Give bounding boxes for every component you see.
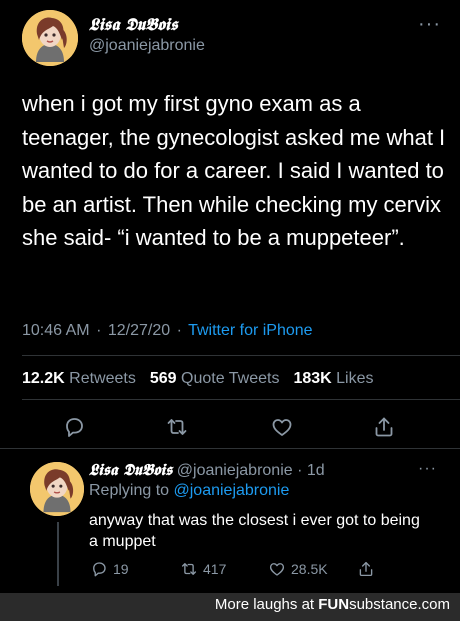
avatar-illustration [30,462,84,516]
watermark-brand-tld: .com [417,596,450,613]
tweet-screenshot: 𝕷𝖎𝖘𝖆 𝕯𝖚𝕭𝖔𝖎𝖘 @joaniejabronie ··· when i g… [0,0,460,621]
reply-retweet-button[interactable]: 417 [180,560,226,578]
tweet-time: 10:46 AM [22,322,90,339]
reply-share-button[interactable] [357,560,375,578]
watermark-bar: More laughs at FUNsubstance.com [0,593,460,621]
reply-count: 19 [113,561,129,577]
quote-tweets-count: 569 [149,370,177,387]
quote-tweets-stat[interactable]: 569 Quote Tweets [150,370,280,387]
quote-tweets-label: Quote Tweets [181,370,280,387]
reply-more-options-icon[interactable]: ··· [418,461,437,477]
replying-to: Replying to @joaniejabronie [89,482,289,500]
retweet-icon [181,563,197,575]
tweet-action-bar [0,412,460,442]
reply-handle[interactable]: @joaniejabronie [177,462,293,479]
replying-to-link[interactable]: @joaniejabronie [174,482,290,499]
reply-text: anyway that was the closest i ever got t… [89,512,420,550]
share-icon [359,561,373,577]
retweets-stat[interactable]: 12.2K Retweets [22,370,136,387]
heart-icon[interactable] [270,415,294,439]
reply-icon[interactable] [62,415,86,439]
tweet-source-link[interactable]: Twitter for iPhone [188,322,313,339]
replying-to-label: Replying to [89,482,170,499]
display-name[interactable]: 𝕷𝖎𝖘𝖆 𝕯𝖚𝕭𝖔𝖎𝖘 [89,15,178,35]
reply-like-button[interactable]: 28.5K [268,560,328,578]
tweet-date: 12/27/20 [107,322,171,339]
divider [22,399,460,400]
likes-stat[interactable]: 183K Likes [293,370,373,387]
reply-display-name[interactable]: 𝕷𝖎𝖘𝖆 𝕯𝖚𝕭𝖔𝖎𝖘 [89,460,172,479]
thread-line [57,522,59,586]
likes-label: Likes [336,370,374,387]
watermark-text: More laughs at FUNsubstance.com [215,596,450,613]
separator-dot: · [96,322,102,339]
avatar[interactable] [22,10,78,66]
reply-icon [93,562,106,577]
retweets-label: Retweets [69,370,136,387]
like-count: 28.5K [291,561,328,577]
separator-dot: · [176,322,182,339]
reply-reply-button[interactable]: 19 [90,560,129,578]
user-handle[interactable]: @joaniejabronie [89,37,205,55]
reply-header: 𝕷𝖎𝖘𝖆 𝕯𝖚𝕭𝖔𝖎𝖘 @joaniejabronie · 1d [89,460,325,480]
retweet-icon[interactable] [165,415,189,439]
divider [0,448,460,449]
engagement-stats: 12.2K Retweets 569 Quote Tweets 183K Likes [22,370,374,388]
tweet-text: when i got my first gyno exam as a teena… [22,91,446,250]
divider [22,355,460,356]
tweet-meta: 10:46 AM · 12/27/20 · Twitter for iPhone [22,322,313,340]
reply-avatar[interactable] [30,462,84,516]
watermark-prefix: More laughs at [214,596,315,613]
avatar-illustration [22,10,78,66]
retweet-count: 417 [203,561,227,577]
retweets-count: 12.2K [22,370,65,387]
watermark-brand-fun: FUN [318,596,350,613]
share-icon[interactable] [372,415,396,439]
heart-icon [269,563,285,576]
separator-dot: · [292,462,307,479]
more-options-icon[interactable]: ··· [418,14,441,34]
reply-age[interactable]: 1d [307,462,325,479]
watermark-brand-substance: substance [349,596,418,613]
likes-count: 183K [293,370,332,387]
